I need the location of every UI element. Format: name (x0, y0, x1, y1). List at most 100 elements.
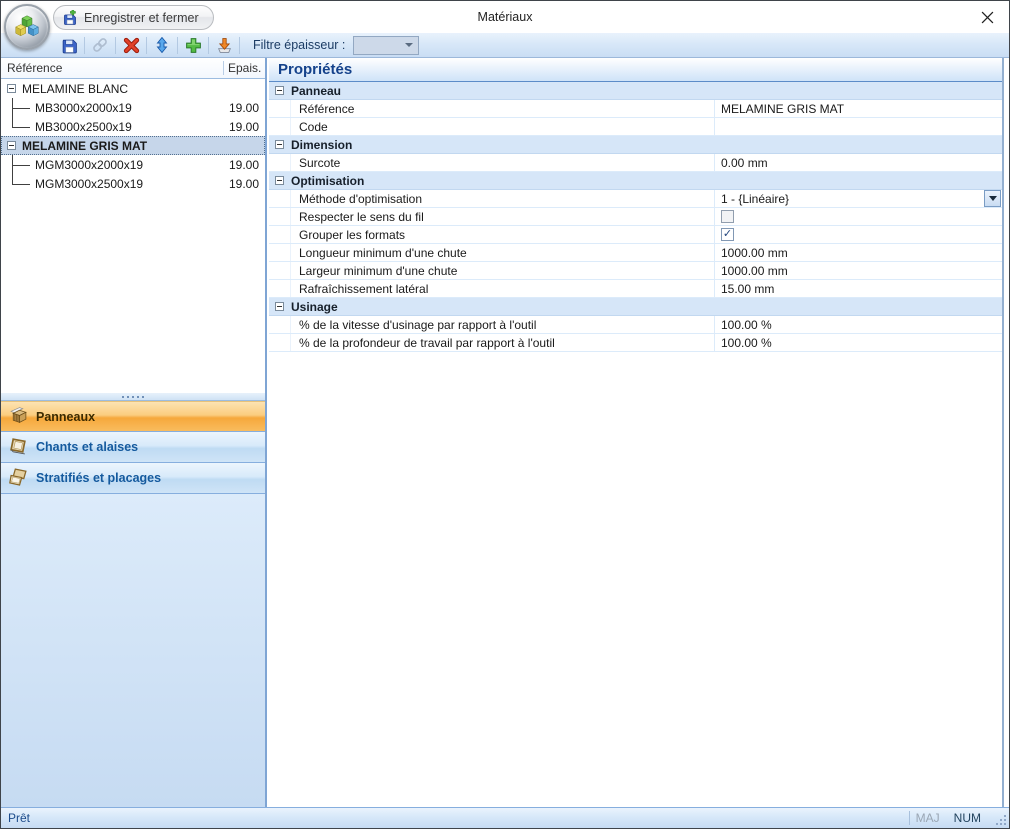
property-label: % de la vitesse d'usinage par rapport à … (291, 316, 715, 333)
materials-dialog: Matériaux (0, 0, 1010, 829)
collapse-icon[interactable] (7, 141, 16, 150)
nav-button-label: Panneaux (36, 410, 95, 424)
tree-item-row[interactable]: MGM3000x2000x1919.00 (1, 155, 265, 174)
edgeband-icon (9, 436, 28, 458)
property-value[interactable]: 1000.00 mm (715, 262, 1002, 279)
filter-thickness-combobox[interactable] (353, 36, 419, 55)
collapse-icon[interactable] (275, 140, 284, 149)
tree-group-row[interactable]: MELAMINE GRIS MAT (1, 136, 265, 155)
tree-item-thickness: 19.00 (223, 101, 265, 115)
tree-item-row[interactable]: MB3000x2000x1919.00 (1, 98, 265, 117)
nav-button-panneaux[interactable]: Panneaux (1, 401, 265, 432)
close-button[interactable] (975, 6, 999, 28)
tree-item-thickness: 19.00 (223, 158, 265, 172)
tree-connector (7, 117, 35, 136)
resize-grip[interactable] (994, 813, 1007, 826)
property-category-label: Usinage (291, 300, 338, 314)
save-and-close-button[interactable]: Enregistrer et fermer (53, 5, 214, 30)
materials-tree: MELAMINE BLANCMB3000x2000x1919.00MB3000x… (1, 79, 265, 392)
properties-header: Propriétés (269, 58, 1002, 82)
save-close-icon (62, 10, 78, 26)
property-value-text: 1000.00 mm (721, 246, 788, 260)
property-value[interactable]: 15.00 mm (715, 280, 1002, 297)
collapse-icon[interactable] (7, 84, 16, 93)
toolbar-separator (146, 37, 147, 54)
import-icon (216, 37, 233, 54)
link-icon (91, 36, 109, 54)
import-button[interactable] (212, 35, 236, 56)
move-button[interactable] (150, 35, 174, 56)
tree-item-row[interactable]: MB3000x2500x1919.00 (1, 117, 265, 136)
collapse-icon[interactable] (275, 176, 284, 185)
column-reference[interactable]: Référence (1, 61, 223, 75)
tree-item-thickness: 19.00 (223, 120, 265, 134)
property-value[interactable]: 100.00 % (715, 334, 1002, 351)
application-menu-button[interactable] (4, 4, 50, 50)
laminate-icon (9, 467, 28, 489)
toolbar-separator (115, 37, 116, 54)
property-gutter (269, 154, 291, 171)
tree-column-headers[interactable]: Référence Epais. (1, 58, 265, 79)
checkbox-checked[interactable]: ✓ (721, 228, 734, 241)
main-area: Référence Epais. MELAMINE BLANCMB3000x20… (1, 58, 1009, 807)
status-separator (909, 811, 910, 825)
property-category[interactable]: Usinage (269, 298, 1002, 316)
property-label: % de la profondeur de travail par rappor… (291, 334, 715, 351)
property-value-text: 1000.00 mm (721, 264, 788, 278)
chevron-down-icon (989, 196, 997, 201)
property-value[interactable]: 1 - {Linéaire} (715, 190, 1002, 207)
property-label: Longueur minimum d'une chute (291, 244, 715, 261)
category-nav: Panneaux Chants et alaisesStratifiés et p… (1, 401, 265, 494)
move-up-down-icon (154, 37, 170, 53)
add-button[interactable] (181, 35, 205, 56)
column-thickness[interactable]: Epais. (223, 61, 265, 75)
property-value-text: MELAMINE GRIS MAT (721, 102, 844, 116)
property-row: Largeur minimum d'une chute1000.00 mm (269, 262, 1002, 280)
panel-splitter[interactable] (1, 392, 265, 401)
property-label: Grouper les formats (291, 226, 715, 243)
property-category-label: Dimension (291, 138, 352, 152)
property-value-text: 100.00 % (721, 318, 772, 332)
tree-item-row[interactable]: MGM3000x2500x1919.00 (1, 174, 265, 193)
checkbox-unchecked[interactable] (721, 210, 734, 223)
property-row: Respecter le sens du fil (269, 208, 1002, 226)
property-value[interactable]: 1000.00 mm (715, 244, 1002, 261)
property-value[interactable]: MELAMINE GRIS MAT (715, 100, 1002, 117)
property-category[interactable]: Dimension (269, 136, 1002, 154)
property-gutter (269, 334, 291, 351)
nav-button-stratifi-s-et-placages[interactable]: Stratifiés et placages (1, 463, 265, 494)
property-value[interactable] (715, 208, 1002, 225)
tree-item-label: MB3000x2000x19 (35, 101, 223, 115)
property-category[interactable]: Panneau (269, 82, 1002, 100)
property-value[interactable]: ✓ (715, 226, 1002, 243)
property-value[interactable]: 0.00 mm (715, 154, 1002, 171)
nav-button-chants-et-alaises[interactable]: Chants et alaises (1, 432, 265, 463)
dropdown-button[interactable] (984, 190, 1001, 207)
property-gutter (269, 100, 291, 117)
save-icon (61, 37, 78, 54)
save-button[interactable] (57, 35, 81, 56)
property-row: Code (269, 118, 1002, 136)
property-row: Référence MELAMINE GRIS MAT (269, 100, 1002, 118)
toolbar-separator (208, 37, 209, 54)
property-category[interactable]: Optimisation (269, 172, 1002, 190)
property-gutter (269, 280, 291, 297)
property-row: % de la profondeur de travail par rappor… (269, 334, 1002, 352)
tree-group-row[interactable]: MELAMINE BLANC (1, 79, 265, 98)
collapse-icon[interactable] (275, 302, 284, 311)
caps-lock-indicator: MAJ (916, 811, 940, 825)
property-value[interactable]: 100.00 % (715, 316, 1002, 333)
properties-panel: Propriétés PanneauRéférence MELAMINE GRIS… (269, 58, 1004, 807)
tree-group-label: MELAMINE GRIS MAT (22, 139, 223, 153)
delete-button[interactable] (119, 35, 143, 56)
property-value-text: 0.00 mm (721, 156, 768, 170)
property-gutter (269, 262, 291, 279)
collapse-icon[interactable] (275, 86, 284, 95)
property-value[interactable] (715, 118, 1002, 135)
property-label: Référence (291, 100, 715, 117)
link-button[interactable] (88, 35, 112, 56)
property-label: Code (291, 118, 715, 135)
tree-connector (7, 155, 35, 174)
property-value-text: 1 - {Linéaire} (721, 192, 789, 206)
property-row: Longueur minimum d'une chute 1000.00 mm (269, 244, 1002, 262)
